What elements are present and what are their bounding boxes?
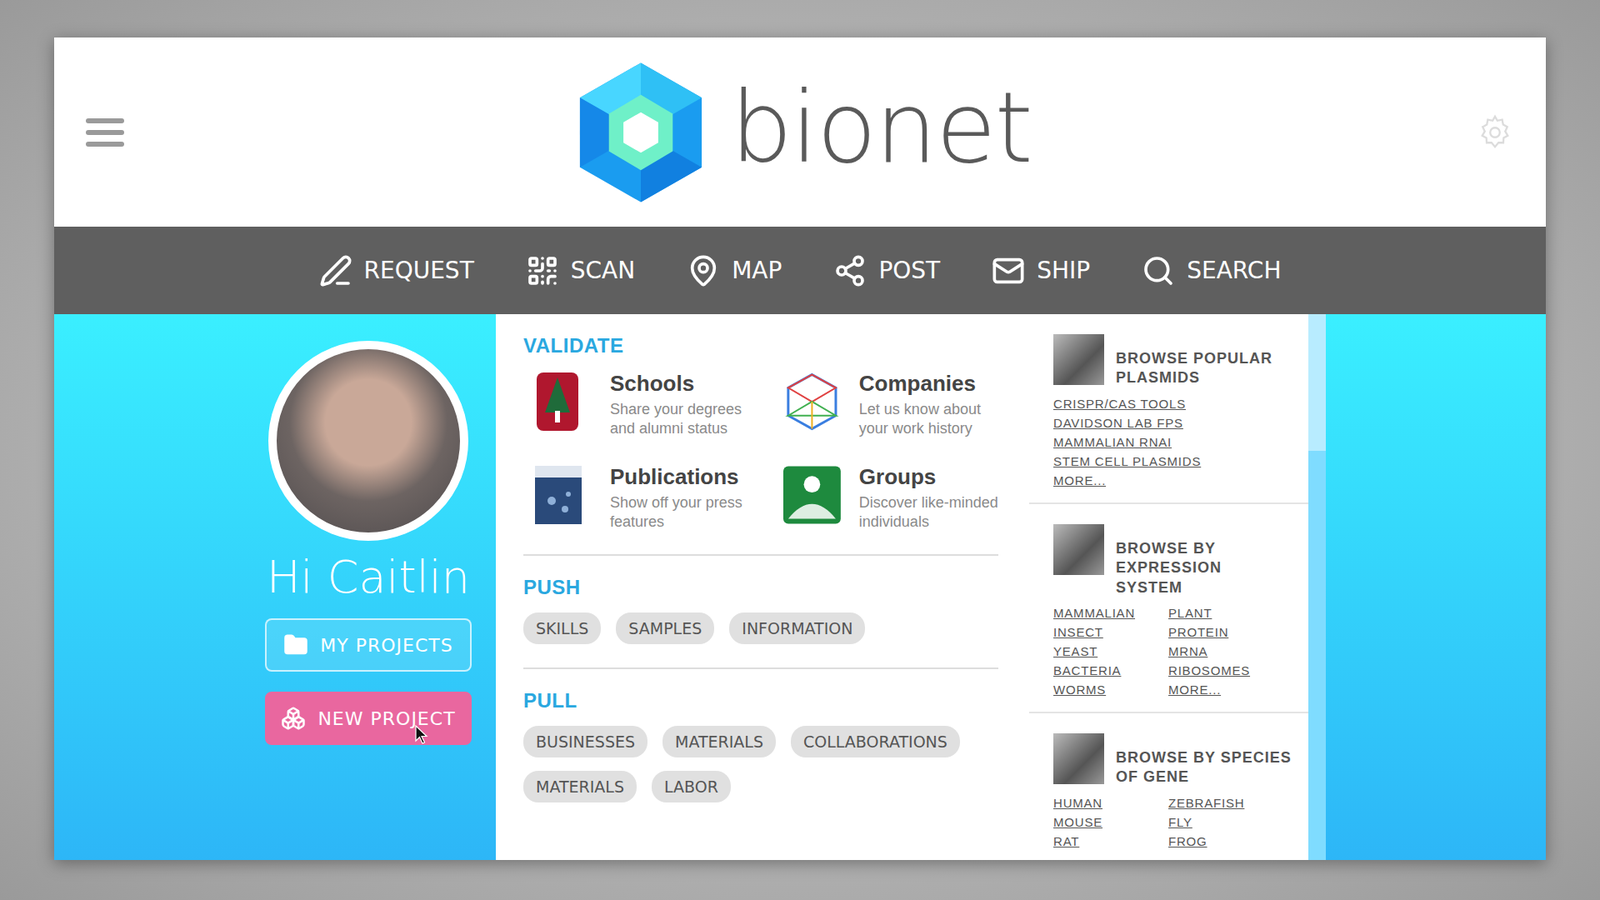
browse-link[interactable]: MORE... — [1168, 682, 1262, 697]
browse-section: BROWSE BY EXPRESSION SYSTEM MAMMALIAN INSE… — [1029, 504, 1309, 714]
section-title: PULL — [523, 689, 1000, 713]
app-window: bionet REQUEST SCAN MAP POST SHIP SEARCH Hi Cai… — [54, 37, 1546, 860]
push-tag[interactable]: SKILLS — [523, 612, 601, 645]
section-title: VALIDATE — [523, 334, 1000, 358]
nav-icon — [1141, 254, 1175, 288]
browse-link[interactable]: RIBOSOMES — [1168, 663, 1262, 678]
nav-icon — [686, 254, 720, 288]
validate-desc: Show off your press features — [610, 493, 760, 531]
nav-item[interactable]: SHIP — [991, 249, 1090, 293]
browse-link[interactable]: HUMAN — [1053, 795, 1147, 810]
browse-section: BROWSE BY SPECIES OF GENE HUMAN MOUSE RAT ZE… — [1029, 713, 1309, 860]
divider — [523, 667, 999, 670]
nav-item[interactable]: MAP — [686, 249, 782, 293]
pull-tag[interactable]: MATERIALS — [662, 725, 776, 758]
validate-title: Publications — [610, 464, 760, 490]
browse-link[interactable]: PLANT — [1168, 605, 1262, 620]
folder-icon — [283, 632, 309, 658]
browse-link[interactable]: ZEBRAFISH — [1168, 795, 1262, 810]
project-button[interactable]: MY PROJECTS — [265, 618, 472, 672]
nav-item[interactable]: SCAN — [525, 249, 635, 293]
publication-cover-icon — [531, 464, 594, 526]
scrollbar[interactable] — [1308, 314, 1326, 860]
browse-link[interactable]: BACTERIA — [1053, 663, 1147, 678]
browse-link[interactable]: INSECT — [1053, 625, 1147, 640]
nav-item[interactable]: SEARCH — [1141, 249, 1281, 293]
nav-icon — [525, 254, 560, 288]
school-logo-icon — [531, 370, 594, 433]
logo-text: bionet — [730, 69, 1032, 196]
validate-desc: Share your degrees and alumni status — [610, 400, 760, 438]
nav-icon — [833, 254, 867, 288]
project-button[interactable]: NEW PROJECT — [265, 691, 472, 745]
browse-section: BROWSE POPULAR PLASMIDS CRISPR/CAS TOOLS D… — [1029, 314, 1309, 505]
browse-panel: BROWSE POPULAR PLASMIDS CRISPR/CAS TOOLS D… — [1029, 314, 1309, 860]
profile-panel: Hi Caitlin MY PROJECTS NEW PROJECT — [54, 314, 496, 860]
browse-link[interactable]: WORMS — [1053, 682, 1147, 697]
browse-link[interactable]: STEM CELL PLASMIDS — [1053, 454, 1201, 469]
browse-thumbnail — [1053, 334, 1105, 385]
company-logo-icon — [781, 370, 843, 433]
push-tag[interactable]: INFORMATION — [729, 612, 865, 645]
cursor-icon — [415, 725, 429, 745]
logo: bionet — [568, 60, 1032, 205]
browse-link[interactable]: DAVIDSON LAB FPS — [1053, 415, 1201, 430]
browse-thumbnail — [1053, 524, 1105, 575]
browse-link[interactable]: MRNA — [1168, 644, 1262, 659]
actions-panel: VALIDATE Schools Share your degrees and al… — [495, 314, 1030, 860]
pull-tag[interactable]: BUSINESSES — [523, 725, 648, 758]
nav-bar: REQUEST SCAN MAP POST SHIP SEARCH — [54, 226, 1546, 315]
scrollbar-thumb[interactable] — [1308, 314, 1326, 451]
browse-title: BROWSE POPULAR PLASMIDS — [1115, 334, 1294, 389]
header: bionet — [54, 37, 1546, 227]
nav-item[interactable]: POST — [833, 249, 940, 293]
side-fill — [1325, 314, 1546, 860]
group-logo-icon — [781, 464, 843, 526]
pull-tag[interactable]: LABOR — [651, 770, 731, 803]
validate-title: Groups — [859, 464, 1007, 490]
validate-title: Schools — [610, 370, 760, 397]
menu-icon[interactable] — [85, 116, 125, 149]
validate-item[interactable]: Publications Show off your press features — [531, 464, 782, 531]
validate-item[interactable]: Companies Let us know about your work his… — [781, 370, 1007, 438]
nav-icon — [991, 254, 1025, 288]
validate-title: Companies — [859, 370, 1007, 397]
push-tag[interactable]: SAMPLES — [615, 612, 715, 645]
validate-item[interactable]: Schools Share your degrees and alumni sta… — [531, 370, 782, 438]
validate-desc: Let us know about your work history — [859, 400, 1007, 438]
section-title: PUSH — [523, 575, 1000, 600]
boxes-icon — [280, 705, 306, 731]
browse-link[interactable]: MORE... — [1053, 473, 1201, 488]
profile-photo — [268, 340, 469, 541]
content: Hi Caitlin MY PROJECTS NEW PROJECT VALIDATE… — [54, 314, 1546, 860]
browse-thumbnail — [1053, 733, 1105, 785]
browse-title: BROWSE BY EXPRESSION SYSTEM — [1115, 524, 1294, 598]
browse-link[interactable]: RAT — [1053, 834, 1147, 849]
bionet-logo-icon — [568, 60, 714, 205]
browse-link[interactable]: CRISPR/CAS TOOLS — [1053, 396, 1201, 411]
browse-link[interactable]: MAMMALIAN — [1053, 605, 1147, 620]
nav-item[interactable]: REQUEST — [319, 249, 475, 293]
browse-link[interactable]: PROTEIN — [1168, 625, 1262, 640]
gear-icon[interactable] — [1475, 113, 1515, 152]
browse-link[interactable]: MOUSE — [1053, 815, 1147, 830]
browse-link[interactable]: FLY — [1168, 815, 1262, 830]
browse-title: BROWSE BY SPECIES OF GENE — [1115, 733, 1294, 788]
pull-tag[interactable]: MATERIALS — [523, 770, 637, 803]
validate-item[interactable]: Groups Discover like-minded individuals — [781, 464, 1007, 531]
validate-desc: Discover like-minded individuals — [859, 493, 1007, 531]
browse-link[interactable]: FROG — [1168, 834, 1262, 849]
browse-link[interactable]: YEAST — [1053, 644, 1147, 659]
browse-link[interactable]: MAMMALIAN RNAI — [1053, 435, 1201, 450]
greeting: Hi Caitlin — [266, 550, 470, 604]
pull-tag[interactable]: COLLABORATIONS — [790, 725, 960, 758]
nav-icon — [319, 254, 353, 288]
divider — [523, 554, 999, 556]
